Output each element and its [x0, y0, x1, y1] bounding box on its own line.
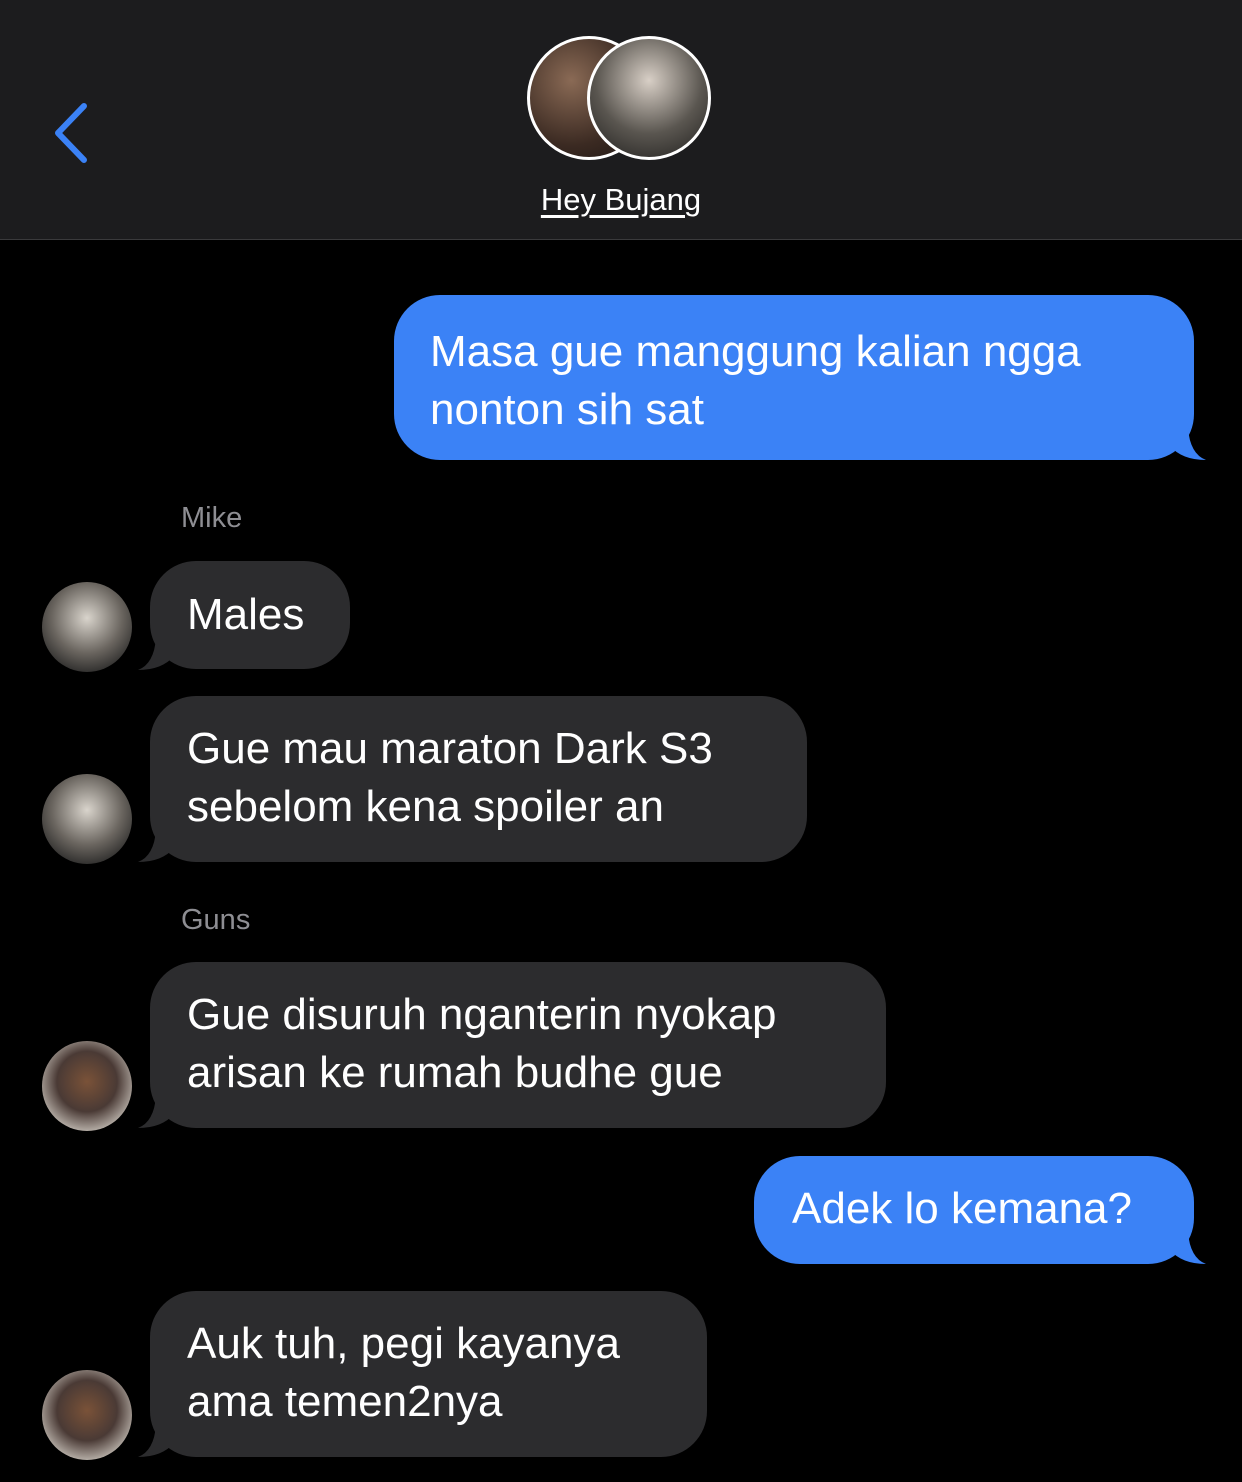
bubble-tail — [138, 1096, 174, 1128]
group-avatar-2 — [587, 36, 711, 160]
conversation-title[interactable]: Hey Bujang — [0, 182, 1242, 218]
conversation-header: Hey Bujang — [0, 0, 1242, 240]
back-button[interactable] — [46, 100, 96, 166]
outgoing-message[interactable]: Adek lo kemana? — [754, 1156, 1194, 1264]
group-avatars[interactable] — [527, 36, 717, 166]
bubble-tail — [1170, 1232, 1206, 1264]
incoming-message[interactable]: Gue disuruh nganterin nyokap arisan ke r… — [150, 962, 886, 1128]
sender-label: Guns — [181, 904, 251, 936]
bubble-tail — [138, 1425, 174, 1457]
bubble-tail — [138, 638, 174, 670]
outgoing-message[interactable]: Masa gue manggung kalian ngga nonton sih… — [394, 295, 1194, 460]
avatar-guns[interactable] — [42, 1370, 132, 1460]
bubble-tail — [1170, 428, 1206, 460]
incoming-message[interactable]: Auk tuh, pegi kayanya ama temen2nya — [150, 1291, 707, 1457]
incoming-message[interactable]: Males — [150, 561, 350, 669]
incoming-message[interactable]: Gue mau maraton Dark S3 sebelom kena spo… — [150, 696, 807, 862]
sender-label: Mike — [181, 502, 243, 534]
chevron-left-icon — [55, 103, 87, 163]
avatar-guns[interactable] — [42, 1041, 132, 1131]
avatar-mike[interactable] — [42, 774, 132, 864]
bubble-tail — [138, 830, 174, 862]
avatar-mike[interactable] — [42, 582, 132, 672]
